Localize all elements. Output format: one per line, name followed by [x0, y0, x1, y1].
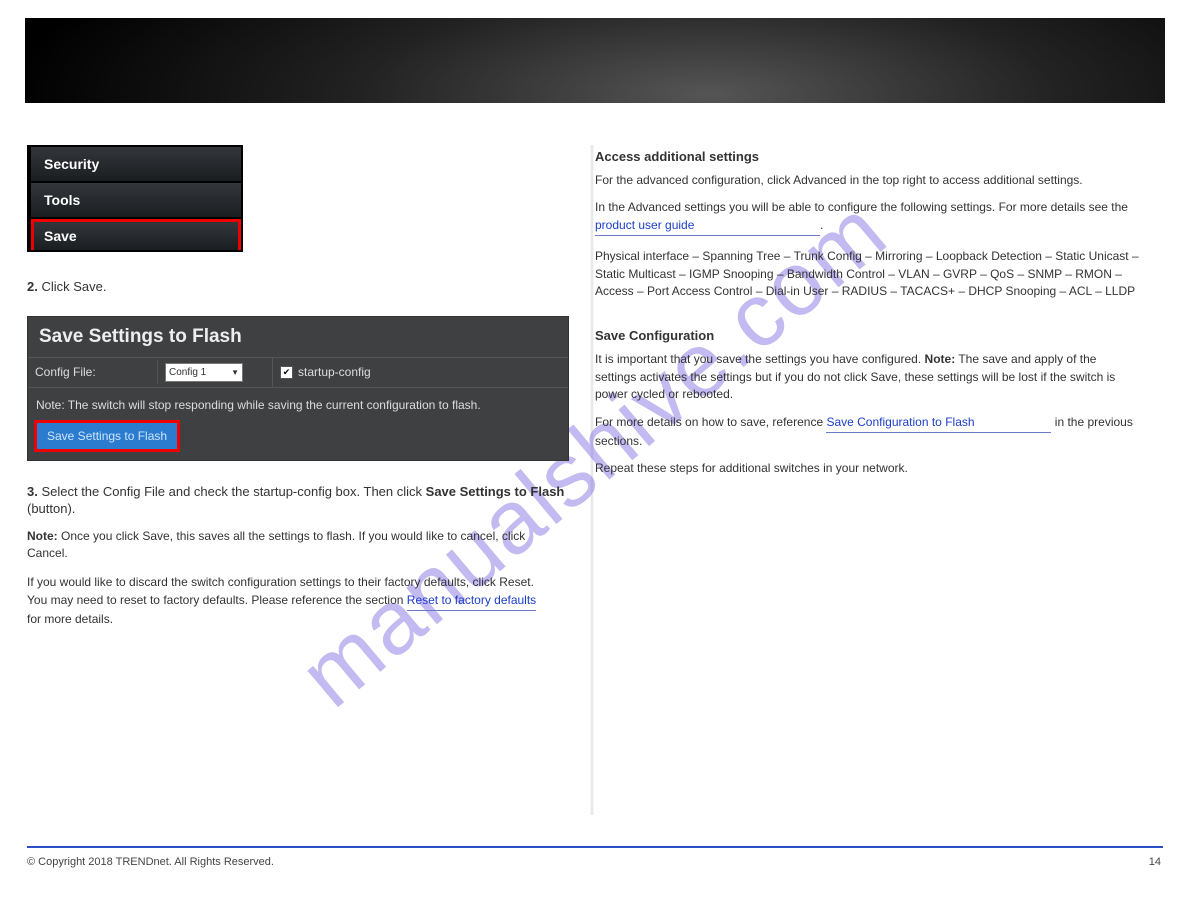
config-file-select-cell: Config 1 ▼ — [158, 358, 273, 387]
step-2-text: Click Save. — [38, 279, 107, 294]
chevron-down-icon: ▼ — [231, 368, 239, 377]
right-text-2: In the Advanced settings you will be abl… — [595, 199, 1140, 236]
startup-config-checkbox[interactable]: ✔ — [280, 366, 293, 379]
product-guide-link[interactable]: product user guide — [595, 217, 820, 236]
flash-panel-title: Save Settings to Flash — [28, 317, 568, 357]
flash-panel: Save Settings to Flash Config File: Conf… — [27, 316, 569, 461]
config-row: Config File: Config 1 ▼ ✔ startup-config — [28, 357, 568, 388]
sidebar-nav: Security Tools Save — [27, 145, 243, 252]
right-text-1: For the advanced configuration, click Ad… — [595, 172, 1165, 189]
footer-divider — [27, 846, 1163, 848]
section-additional-settings: Access additional settings — [595, 149, 1165, 164]
header-banner — [25, 18, 1165, 103]
right-text-2b: . — [820, 218, 823, 232]
step-3-bold: Save Settings to Flash — [426, 484, 565, 499]
step-3-text: Select the Config File and check the sta… — [38, 484, 426, 499]
step-3-num: 3. — [27, 484, 38, 499]
note-block: Note: Once you click Save, this saves al… — [27, 528, 567, 563]
right-text-4: For more details on how to save, referen… — [595, 414, 1140, 451]
right-text-3a: It is important that you save the settin… — [595, 352, 925, 366]
save-settings-button[interactable]: Save Settings to Flash — [34, 420, 180, 452]
step-3-after: (button). — [27, 501, 75, 516]
nav-security[interactable]: Security — [31, 147, 241, 183]
config-file-label: Config File: — [28, 360, 158, 384]
startup-config-cell: ✔ startup-config — [273, 360, 568, 384]
step-2: 2. Click Save. — [27, 278, 567, 296]
config-file-selected: Config 1 — [169, 367, 206, 378]
section-save-config: Save Configuration — [595, 328, 1165, 343]
save-config-link[interactable]: Save Configuration to Flash — [826, 414, 1051, 433]
step-3: 3. Select the Config File and check the … — [27, 483, 567, 518]
nav-tools[interactable]: Tools — [31, 183, 241, 219]
right-note-label: Note: — [925, 352, 956, 366]
right-text-5: Repeat these steps for additional switch… — [595, 460, 1165, 477]
step-2-num: 2. — [27, 279, 38, 294]
footer-copyright: © Copyright 2018 TRENDnet. All Rights Re… — [27, 856, 274, 868]
startup-config-label: startup-config — [298, 365, 371, 379]
reset-text-b: for more details. — [27, 612, 113, 626]
settings-bullets: Physical interface – Spanning Tree – Tru… — [595, 248, 1140, 300]
right-text-2a: In the Advanced settings you will be abl… — [595, 200, 1128, 214]
note-label: Note: — [27, 529, 58, 543]
footer-page-number: 14 — [1149, 856, 1161, 868]
flash-note: Note: The switch will stop responding wh… — [28, 388, 568, 420]
right-text-4a: For more details on how to save, referen… — [595, 415, 826, 429]
right-text-3: It is important that you save the settin… — [595, 351, 1140, 403]
config-file-select[interactable]: Config 1 ▼ — [165, 363, 243, 382]
column-separator — [590, 145, 594, 815]
reset-link[interactable]: Reset to factory defaults — [407, 592, 536, 611]
note-text: Once you click Save, this saves all the … — [27, 529, 525, 560]
right-column: Access additional settings For the advan… — [595, 145, 1165, 478]
right-text-1-span: For the advanced configuration, click Ad… — [595, 173, 1083, 187]
nav-save[interactable]: Save — [31, 219, 241, 250]
reset-para: If you would like to discard the switch … — [27, 574, 547, 628]
left-column: Security Tools Save 2. Click Save. Save … — [27, 145, 567, 629]
